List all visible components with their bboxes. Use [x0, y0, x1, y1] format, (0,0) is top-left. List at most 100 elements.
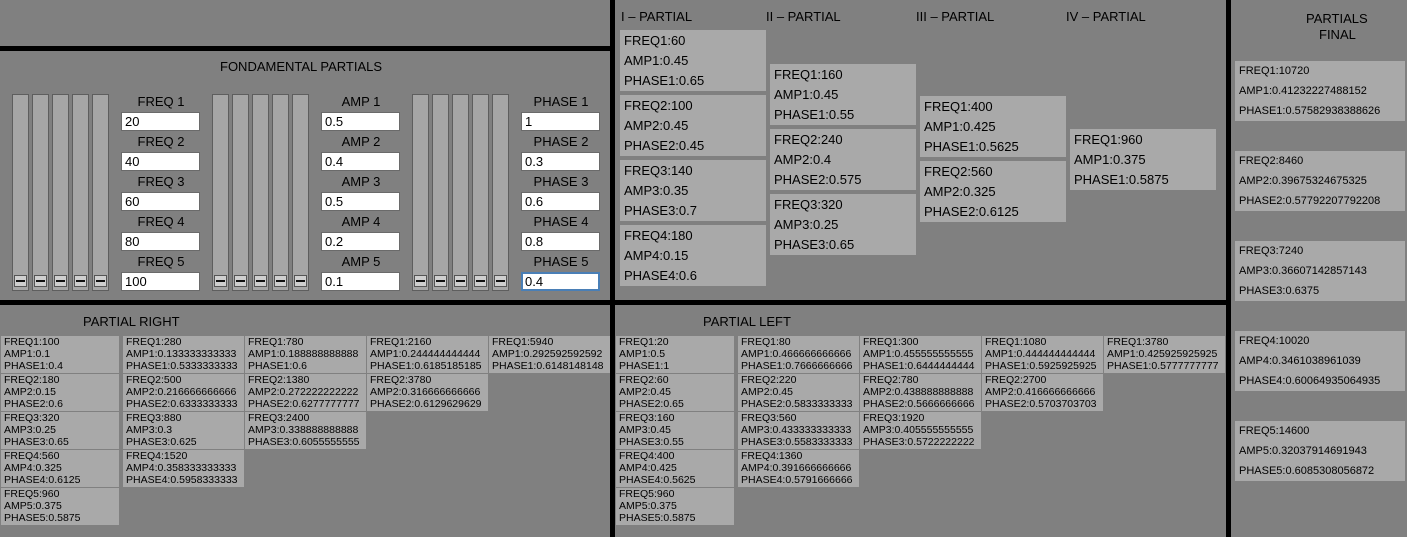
- partial-left-box: FREQ2:220 AMP2:0.45 PHASE2:0.5833333333: [738, 374, 859, 411]
- partial-value: PHASE2:0.5666666666: [863, 398, 975, 410]
- freq-slider-5[interactable]: [92, 94, 109, 291]
- partial-left-box: FREQ3:160 AMP3:0.45 PHASE3:0.55: [616, 412, 734, 449]
- freq-slider-2[interactable]: [32, 94, 49, 291]
- phase-slider-thumb[interactable]: [494, 275, 507, 287]
- partial-value: PHASE3:0.55: [619, 436, 684, 448]
- phase-slider-3[interactable]: [452, 94, 469, 291]
- amp-label-1: AMP 1: [341, 94, 381, 109]
- partial-value: PHASE3:0.65: [774, 237, 855, 252]
- amp-slider-thumb[interactable]: [254, 275, 267, 287]
- partial-value: PHASE3:0.7: [624, 203, 697, 218]
- partial-value: FREQ5:960: [619, 488, 675, 500]
- amp-slider-thumb[interactable]: [234, 275, 247, 287]
- freq-slider-thumb[interactable]: [34, 275, 47, 287]
- partial-value: FREQ4:180: [624, 228, 693, 243]
- partial-value: FREQ2:1380: [248, 374, 310, 386]
- phase-field-4[interactable]: [521, 232, 600, 251]
- partial-value: FREQ2:100: [624, 98, 693, 113]
- partial-right-box: FREQ1:780 AMP1:0.188888888888 PHASE1:0.6: [245, 336, 366, 373]
- partial-value: PHASE2:0.6129629629: [370, 398, 482, 410]
- amp-field-2[interactable]: [321, 152, 400, 171]
- amp-slider-thumb[interactable]: [214, 275, 227, 287]
- freq-field-1[interactable]: [121, 112, 200, 131]
- partial-value: AMP4:0.325: [4, 462, 62, 474]
- amp-field-5[interactable]: [321, 272, 400, 291]
- phase-slider-4[interactable]: [472, 94, 489, 291]
- amp-slider-5[interactable]: [292, 94, 309, 291]
- freq-slider-thumb[interactable]: [94, 275, 107, 287]
- freq-slider-1[interactable]: [12, 94, 29, 291]
- partial-value: FREQ1:400: [924, 99, 993, 114]
- phase-slider-thumb[interactable]: [474, 275, 487, 287]
- partial-value: FREQ1:60: [624, 33, 686, 48]
- final-title-line2: FINAL: [1319, 27, 1356, 42]
- partial-value: PHASE2:0.5703703703: [985, 398, 1097, 410]
- partial-right-box: FREQ2:1380 AMP2:0.272222222222 PHASE2:0.62…: [245, 374, 366, 411]
- freq-field-3[interactable]: [121, 192, 200, 211]
- amp-slider-thumb[interactable]: [274, 275, 287, 287]
- partial-left-panel: PARTIAL LEFT FREQ1:20 AMP1:0.5 PHASE1:1 FRE…: [615, 305, 1226, 537]
- partial-value: PHASE1:0.55: [774, 107, 855, 122]
- freq-label-1: FREQ 1: [137, 94, 185, 109]
- final-value: AMP3:0.36607142857143: [1239, 265, 1367, 277]
- freq-field-4[interactable]: [121, 232, 200, 251]
- partial-value: FREQ3:1920: [863, 412, 925, 424]
- freq-field-5[interactable]: [121, 272, 200, 291]
- phase-field-5[interactable]: [521, 272, 600, 291]
- phase-slider-5[interactable]: [492, 94, 509, 291]
- partial-value: AMP3:0.25: [4, 424, 56, 436]
- amp-field-4[interactable]: [321, 232, 400, 251]
- amp-slider-1[interactable]: [212, 94, 229, 291]
- partial-value: FREQ2:780: [863, 374, 919, 386]
- partials-final-panel: PARTIALS FINAL FREQ1:10720 AMP1:0.4123222…: [1231, 0, 1407, 537]
- amp-slider-3[interactable]: [252, 94, 269, 291]
- partial-right-panel: PARTIAL RIGHT FREQ1:100 AMP1:0.1 PHASE1:0.…: [0, 305, 610, 537]
- final-value: FREQ3:7240: [1239, 245, 1304, 257]
- partial-value: FREQ1:80: [741, 336, 791, 348]
- freq-slider-thumb[interactable]: [54, 275, 67, 287]
- partial-value: PHASE1:0.5925925925: [985, 360, 1097, 372]
- partial-box: FREQ4:180 AMP4:0.15 PHASE4:0.6: [620, 225, 766, 286]
- amp-field-3[interactable]: [321, 192, 400, 211]
- partial-value: AMP3:0.433333333333: [741, 424, 852, 436]
- partial-left-title: PARTIAL LEFT: [703, 314, 791, 329]
- partial-value: FREQ5:960: [4, 488, 60, 500]
- freq-field-2[interactable]: [121, 152, 200, 171]
- phase-slider-thumb[interactable]: [454, 275, 467, 287]
- phase-slider-thumb[interactable]: [414, 275, 427, 287]
- partial-value: PHASE3:0.625: [126, 436, 197, 448]
- amp-field-1[interactable]: [321, 112, 400, 131]
- amp-slider-4[interactable]: [272, 94, 289, 291]
- phase-field-2[interactable]: [521, 152, 600, 171]
- amp-slider-2[interactable]: [232, 94, 249, 291]
- partial-value: FREQ1:100: [4, 336, 60, 348]
- partial-value: PHASE4:0.5625: [619, 474, 696, 486]
- partial-value: PHASE2:0.6125: [924, 204, 1019, 219]
- partial-value: AMP1:0.444444444444: [985, 348, 1096, 360]
- partial-value: AMP5:0.375: [4, 500, 62, 512]
- phase-label-1: PHASE 1: [533, 94, 589, 109]
- freq-slider-4[interactable]: [72, 94, 89, 291]
- partial-left-box: FREQ5:960 AMP5:0.375 PHASE5:0.5875: [616, 488, 734, 525]
- partial-box: FREQ2:560 AMP2:0.325 PHASE2:0.6125: [920, 161, 1066, 222]
- partial-value: FREQ3:880: [126, 412, 182, 424]
- amp-slider-thumb[interactable]: [294, 275, 307, 287]
- partial-value: AMP1:0.292592592592: [492, 348, 603, 360]
- freq-slider-thumb[interactable]: [74, 275, 87, 287]
- partial-value: PHASE4:0.6125: [4, 474, 81, 486]
- phase-slider-thumb[interactable]: [434, 275, 447, 287]
- phase-slider-1[interactable]: [412, 94, 429, 291]
- phase-field-1[interactable]: [521, 112, 600, 131]
- partial-value: FREQ3:320: [4, 412, 60, 424]
- partial-value: FREQ1:780: [248, 336, 304, 348]
- partial-value: FREQ3:320: [774, 197, 843, 212]
- partial-left-box: FREQ4:400 AMP4:0.425 PHASE4:0.5625: [616, 450, 734, 487]
- freq-slider-thumb[interactable]: [14, 275, 27, 287]
- freq-slider-3[interactable]: [52, 94, 69, 291]
- partial-value: PHASE1:0.5333333333: [126, 360, 238, 372]
- phase-field-3[interactable]: [521, 192, 600, 211]
- partial-box: FREQ2:240 AMP2:0.4 PHASE2:0.575: [770, 129, 916, 190]
- partial-header-3: III – PARTIAL: [916, 9, 995, 24]
- partial-value: AMP2:0.45: [741, 386, 793, 398]
- phase-slider-2[interactable]: [432, 94, 449, 291]
